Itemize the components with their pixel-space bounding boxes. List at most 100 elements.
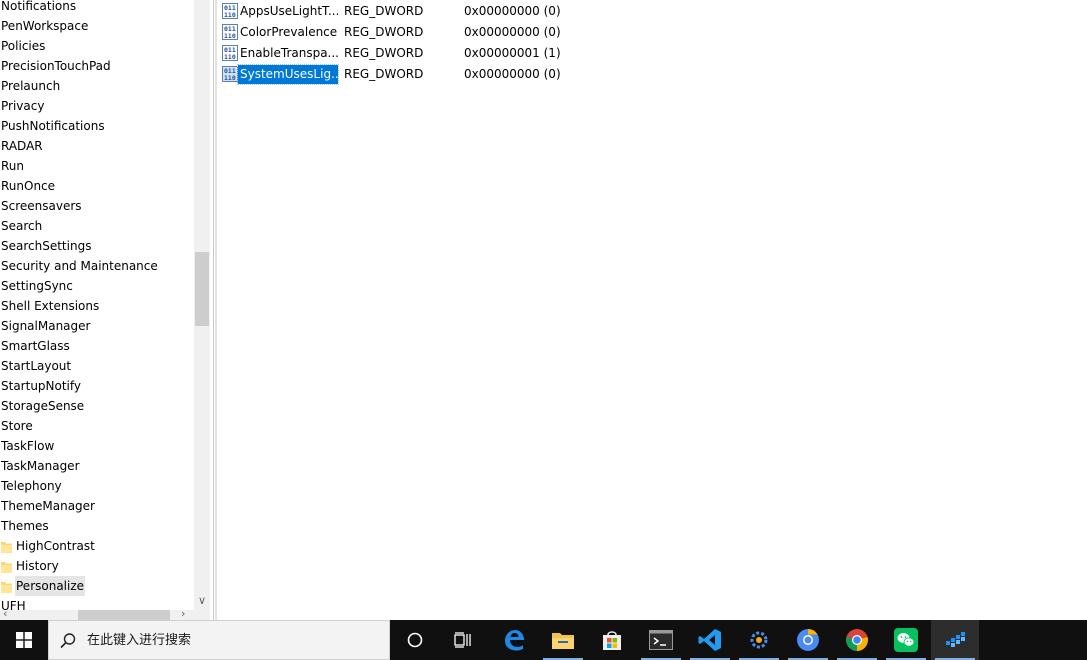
terminal-icon [649,630,673,650]
tree-item-label: StartupNotify [1,379,82,393]
tree-list: Notifications PenWorkspace Policies Precisi… [0,0,194,616]
tree-item[interactable]: PushNotifications [0,116,194,136]
edge-app-button[interactable] [490,620,538,660]
scroll-down-arrow-icon[interactable]: ∨ [194,594,210,610]
gear-icon [750,631,768,649]
tree-item-label: Search [1,219,43,233]
wechat-app-button[interactable] [882,620,930,660]
tree-item[interactable]: ThemeManager [0,496,194,516]
tree-item[interactable]: StartLayout [0,356,194,376]
tree-item-label: Run [1,159,25,173]
value-type: REG_DWORD [344,4,424,18]
terminal-app-button[interactable] [637,620,685,660]
value-data: 0x00000000 (0) [464,25,561,39]
store-bag-icon [603,631,621,650]
tree-item-label: Personalize [15,576,86,596]
tree-item[interactable]: RADAR [0,136,194,156]
tree-item-label: Policies [1,39,46,53]
value-type: REG_DWORD [344,46,424,60]
cortana-button[interactable] [391,620,439,660]
tree-item[interactable]: Notifications [0,0,194,16]
value-type: REG_DWORD [344,25,424,39]
pane-splitter-edge [215,0,217,620]
tree-item[interactable]: Store [0,416,194,436]
scrollbar-corner [194,610,210,620]
tree-horizontal-scroll-thumb[interactable] [78,610,170,620]
scroll-left-arrow-icon[interactable]: ‹ [3,607,7,620]
value-name: SystemUsesLig... [237,64,339,85]
tree-horizontal-scrollbar[interactable]: ‹ › [0,607,194,620]
tree-item[interactable]: StartupNotify [0,376,194,396]
tree-item-label: Telephony [1,479,62,493]
tree-item[interactable]: SignalManager [0,316,194,336]
taskbar-search-box[interactable]: 在此键入进行搜索 [48,620,390,660]
tree-item-label: SignalManager [1,319,91,333]
vscode-app-button[interactable] [686,620,734,660]
task-view-button[interactable] [439,620,487,660]
registry-key-tree[interactable]: Notifications PenWorkspace Policies Precisi… [0,0,210,620]
value-row[interactable]: 011 110 ColorPrevalence REG_DWORD 0x00000000… [218,22,1087,43]
tree-item-label: PrecisionTouchPad [1,59,111,73]
reg-binary-value-icon: 011 110 [222,66,238,82]
tree-item[interactable]: TaskFlow [0,436,194,456]
file-explorer-app-button[interactable] [539,620,587,660]
tree-item[interactable]: StorageSense [0,396,194,416]
tree-item[interactable]: Search [0,216,194,236]
chrome-icon [846,629,868,651]
tree-item[interactable]: RunOnce [0,176,194,196]
tree-item-label: StartLayout [1,359,72,373]
tree-item[interactable]: SearchSettings [0,236,194,256]
chrome-app-button[interactable] [833,620,881,660]
wechat-icon [894,628,918,652]
tree-item[interactable]: Prelaunch [0,76,194,96]
tree-item[interactable]: Security and Maintenance [0,256,194,276]
tree-item-label: StorageSense [1,399,85,413]
tree-item[interactable]: Policies [0,36,194,56]
start-button[interactable] [0,620,47,660]
tree-item[interactable]: Run [0,156,194,176]
tree-vertical-scrollbar[interactable]: ∨ [194,0,210,610]
scroll-right-arrow-icon[interactable]: › [181,607,185,620]
tree-item-label: Screensavers [1,199,82,213]
value-data: 0x00000000 (0) [464,4,561,18]
tree-item[interactable]: SettingSync [0,276,194,296]
taskbar: 在此键入进行搜索 [0,620,1087,660]
tree-item[interactable]: Themes [0,516,194,536]
tree-item[interactable]: PenWorkspace [0,16,194,36]
tree-item-label: Security and Maintenance [1,259,158,273]
vscode-icon [698,629,721,651]
pane-splitter[interactable] [210,0,214,620]
value-name: AppsUseLightT... [240,4,338,18]
reg-binary-value-icon: 011 110 [222,24,238,40]
value-name: EnableTranspa... [240,46,338,60]
tree-item[interactable]: TaskManager [0,456,194,476]
tree-item[interactable]: Telephony [0,476,194,496]
tree-item[interactable]: History [0,556,194,576]
value-row[interactable]: 011 110 SystemUsesLig... REG_DWORD 0x0000000… [218,64,1087,85]
tree-item[interactable]: Shell Extensions [0,296,194,316]
store-app-button[interactable] [588,620,636,660]
settings-tool-app-button[interactable] [735,620,783,660]
regedit-icon [946,632,965,647]
tree-item-label: ThemeManager [1,499,95,513]
tree-item[interactable]: PrecisionTouchPad [0,56,194,76]
tree-vertical-scroll-thumb[interactable] [195,252,209,326]
regedit-app-button[interactable] [931,620,979,660]
value-name: ColorPrevalence [240,25,338,39]
tree-item[interactable]: Personalize [0,576,194,596]
tree-item-label: PushNotifications [1,119,105,133]
tree-item[interactable]: Privacy [0,96,194,116]
chrome-alt-app-button[interactable] [784,620,832,660]
tree-item[interactable]: Screensavers [0,196,194,216]
tree-item-label: History [16,559,59,573]
tree-item-label: HighContrast [16,539,95,553]
tree-item-label: Store [1,419,33,433]
registry-values-list[interactable]: 011 110 AppsUseLightT... REG_DWORD 0x0000000… [218,0,1087,620]
tree-item[interactable]: HighContrast [0,536,194,556]
value-row[interactable]: 011 110 AppsUseLightT... REG_DWORD 0x0000000… [218,1,1087,22]
svg-text:110: 110 [224,53,236,61]
tree-item[interactable]: SmartGlass [0,336,194,356]
value-row[interactable]: 011 110 EnableTranspa... REG_DWORD 0x0000000… [218,43,1087,64]
value-data: 0x00000000 (0) [464,67,561,81]
tree-item-label: Shell Extensions [1,299,100,313]
